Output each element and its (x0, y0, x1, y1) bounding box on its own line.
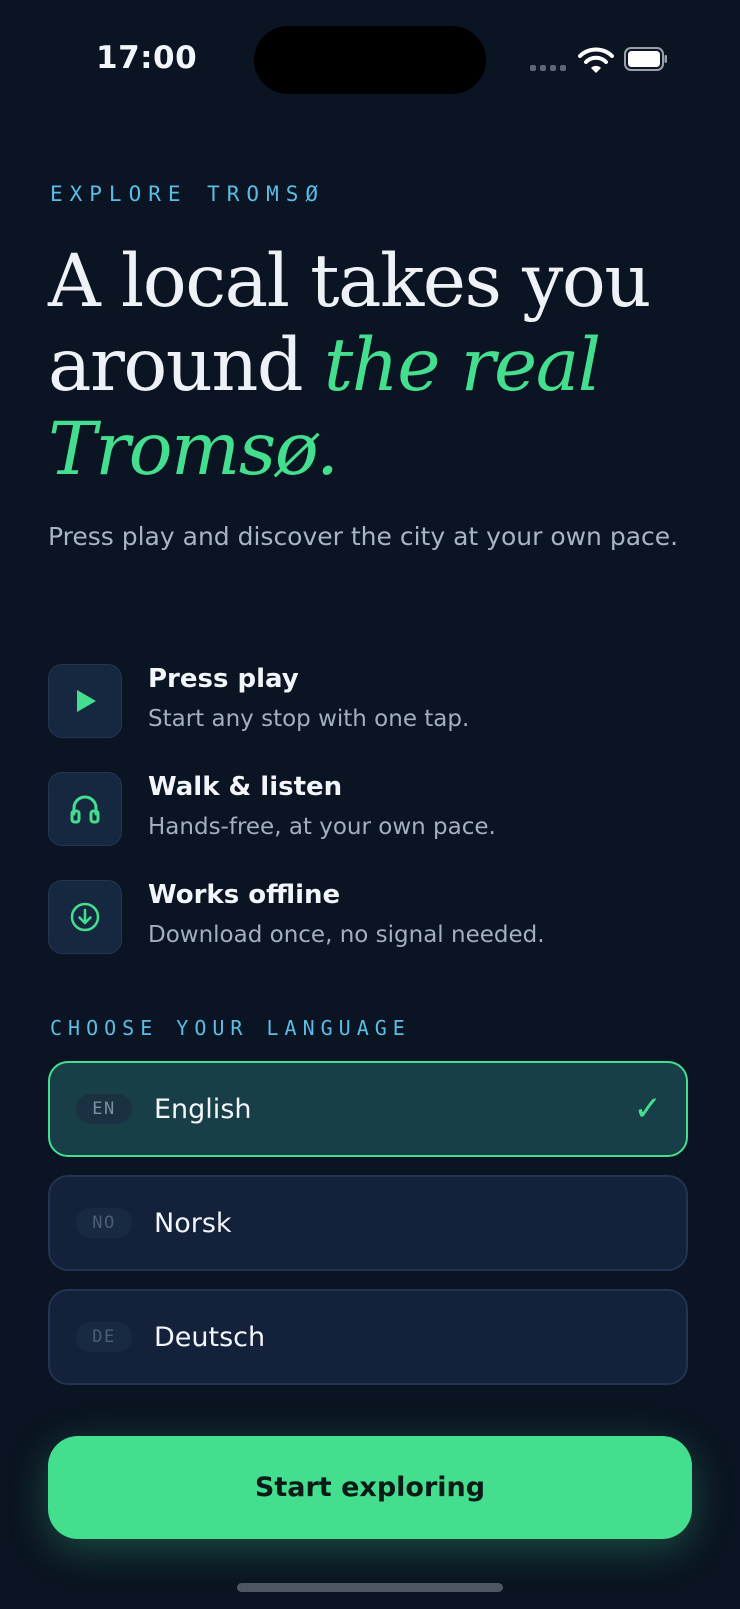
status-time: 17:00 (96, 40, 198, 76)
wifi-icon (578, 47, 614, 73)
language-option-norsk[interactable]: NO Norsk (48, 1175, 688, 1271)
feature-title: Walk & listen (148, 772, 343, 802)
page-subtitle: Press play and discover the city at your… (48, 522, 679, 551)
cellular-signal-icon (530, 65, 566, 71)
play-icon (48, 664, 122, 738)
download-icon (48, 880, 122, 954)
feature-title: Works offline (148, 880, 341, 910)
language-section-label: CHOOSE YOUR LANGUAGE (50, 1016, 411, 1040)
language-name: Norsk (154, 1207, 232, 1239)
checkmark-icon: ✓ (633, 1089, 663, 1129)
feature-description: Start any stop with one tap. (148, 706, 470, 732)
language-name: English (154, 1093, 252, 1125)
home-indicator[interactable] (237, 1583, 503, 1592)
battery-icon (624, 47, 667, 71)
feature-walk-listen: Walk & listen Hands-free, at your own pa… (48, 772, 708, 848)
language-option-english[interactable]: EN English ✓ (48, 1061, 688, 1157)
feature-title: Press play (148, 664, 299, 694)
eyebrow-label: EXPLORE TROMSØ (50, 182, 326, 206)
language-code-badge: DE (76, 1322, 132, 1352)
feature-works-offline: Works offline Download once, no signal n… (48, 880, 708, 956)
feature-press-play: Press play Start any stop with one tap. (48, 664, 708, 740)
headphones-icon (48, 772, 122, 846)
dynamic-island (254, 26, 486, 94)
feature-description: Hands-free, at your own pace. (148, 814, 496, 840)
language-name: Deutsch (154, 1321, 266, 1353)
language-code-badge: EN (76, 1094, 132, 1124)
start-exploring-button[interactable]: Start exploring (48, 1436, 692, 1539)
feature-description: Download once, no signal needed. (148, 922, 545, 948)
page-title: A local takes you around the real Tromsø… (48, 240, 728, 492)
language-option-deutsch[interactable]: DE Deutsch (48, 1289, 688, 1385)
language-code-badge: NO (76, 1208, 132, 1238)
